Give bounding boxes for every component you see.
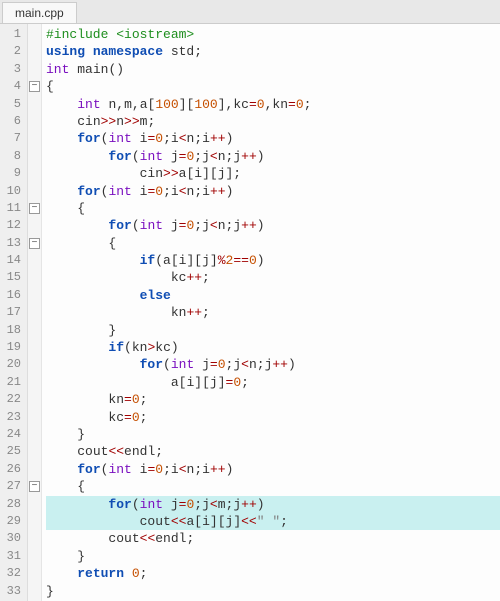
- code-line[interactable]: cout<<endl;: [46, 530, 500, 547]
- line-number: 32: [4, 565, 21, 582]
- line-number: 17: [4, 304, 21, 321]
- code-line[interactable]: }: [46, 426, 500, 443]
- line-number: 20: [4, 356, 21, 373]
- code-line[interactable]: for(int i=0;i<n;i++): [46, 130, 500, 147]
- line-number: 5: [4, 96, 21, 113]
- code-line[interactable]: a[i][j]=0;: [46, 374, 500, 391]
- line-number: 2: [4, 43, 21, 60]
- code-line[interactable]: cout<<a[i][j]<<" ";: [46, 513, 500, 530]
- code-line[interactable]: }: [46, 548, 500, 565]
- line-number: 21: [4, 374, 21, 391]
- line-number: 13: [4, 235, 21, 252]
- code-line[interactable]: kc=0;: [46, 409, 500, 426]
- line-number: 31: [4, 548, 21, 565]
- line-number: 27: [4, 478, 21, 495]
- code-line[interactable]: for(int i=0;i<n;i++): [46, 461, 500, 478]
- code-line[interactable]: {: [46, 478, 500, 495]
- code-line[interactable]: int n,m,a[100][100],kc=0,kn=0;: [46, 96, 500, 113]
- code-editor[interactable]: 1234567891011121314151617181920212223242…: [0, 24, 500, 601]
- line-number: 33: [4, 583, 21, 600]
- line-number: 1: [4, 26, 21, 43]
- code-line[interactable]: {: [46, 235, 500, 252]
- line-number: 18: [4, 322, 21, 339]
- code-line[interactable]: else: [46, 287, 500, 304]
- code-line[interactable]: int main(): [46, 61, 500, 78]
- tab-bar: main.cpp: [0, 0, 500, 24]
- code-line[interactable]: cin>>a[i][j];: [46, 165, 500, 182]
- fold-toggle-icon[interactable]: −: [29, 81, 40, 92]
- line-number: 15: [4, 269, 21, 286]
- code-line[interactable]: }: [46, 583, 500, 600]
- line-number: 19: [4, 339, 21, 356]
- code-line[interactable]: for(int j=0;j<n;j++): [46, 356, 500, 373]
- code-line[interactable]: {: [46, 200, 500, 217]
- tab-main-cpp[interactable]: main.cpp: [2, 2, 77, 23]
- code-line[interactable]: return 0;: [46, 565, 500, 582]
- line-number: 26: [4, 461, 21, 478]
- code-line[interactable]: for(int j=0;j<n;j++): [46, 148, 500, 165]
- line-number: 12: [4, 217, 21, 234]
- line-number: 30: [4, 530, 21, 547]
- line-number: 3: [4, 61, 21, 78]
- line-number: 9: [4, 165, 21, 182]
- line-number: 22: [4, 391, 21, 408]
- code-line[interactable]: #include <iostream>: [46, 26, 500, 43]
- code-line[interactable]: cout<<endl;: [46, 443, 500, 460]
- line-number: 10: [4, 183, 21, 200]
- code-line[interactable]: for(int i=0;i<n;i++): [46, 183, 500, 200]
- line-number: 25: [4, 443, 21, 460]
- line-number: 24: [4, 426, 21, 443]
- line-number: 7: [4, 130, 21, 147]
- fold-toggle-icon[interactable]: −: [29, 238, 40, 249]
- line-number: 6: [4, 113, 21, 130]
- code-line[interactable]: if(a[i][j]%2==0): [46, 252, 500, 269]
- fold-toggle-icon[interactable]: −: [29, 203, 40, 214]
- line-number: 8: [4, 148, 21, 165]
- line-number: 4: [4, 78, 21, 95]
- line-number: 28: [4, 496, 21, 513]
- code-line[interactable]: if(kn>kc): [46, 339, 500, 356]
- line-number: 16: [4, 287, 21, 304]
- line-number: 11: [4, 200, 21, 217]
- fold-toggle-icon[interactable]: −: [29, 481, 40, 492]
- code-line[interactable]: for(int j=0;j<m;j++): [46, 496, 500, 513]
- code-line[interactable]: kn++;: [46, 304, 500, 321]
- code-line[interactable]: kn=0;: [46, 391, 500, 408]
- line-number: 14: [4, 252, 21, 269]
- line-number: 29: [4, 513, 21, 530]
- code-line[interactable]: }: [46, 322, 500, 339]
- code-line[interactable]: {: [46, 78, 500, 95]
- code-area[interactable]: #include <iostream>using namespace std;i…: [42, 24, 500, 601]
- code-line[interactable]: kc++;: [46, 269, 500, 286]
- fold-column: − − − −: [28, 24, 42, 601]
- code-line[interactable]: cin>>n>>m;: [46, 113, 500, 130]
- code-line[interactable]: using namespace std;: [46, 43, 500, 60]
- line-number: 23: [4, 409, 21, 426]
- line-number-gutter: 1234567891011121314151617181920212223242…: [0, 24, 28, 601]
- code-line[interactable]: for(int j=0;j<n;j++): [46, 217, 500, 234]
